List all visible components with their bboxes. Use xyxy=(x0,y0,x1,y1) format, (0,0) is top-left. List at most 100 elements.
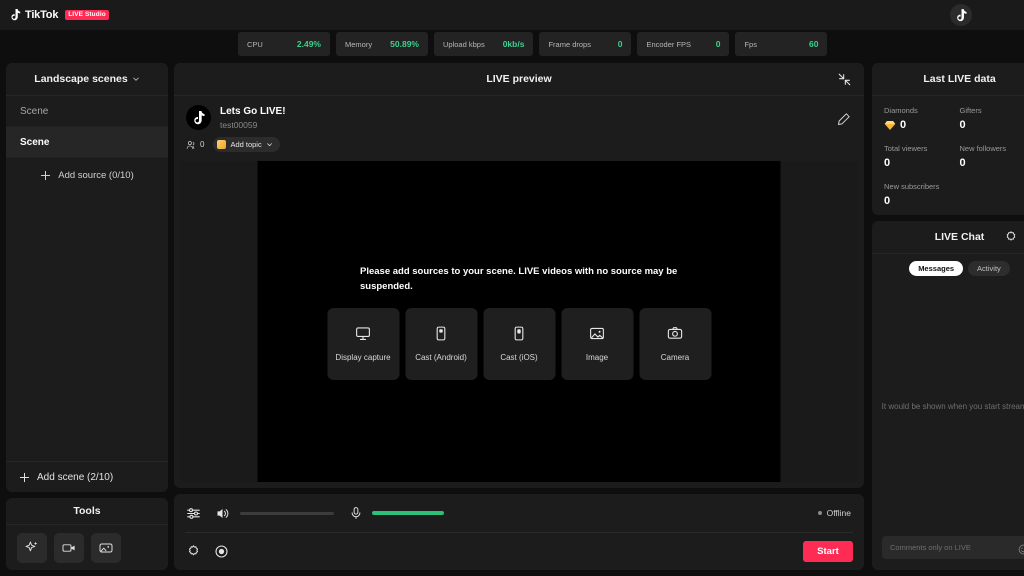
chevron-down-icon xyxy=(266,141,273,148)
live-chat-panel: LIVE Chat Messages Activity It would be … xyxy=(872,221,1024,570)
tool-effects-button[interactable] xyxy=(17,533,47,563)
status-badge: Offline xyxy=(827,508,851,518)
center-column: LIVE preview Lets Go LIVE! test00059 xyxy=(174,63,864,570)
source-label: Image xyxy=(586,353,608,362)
chat-settings-button[interactable] xyxy=(1004,230,1019,245)
stat-upload-kbps: Upload kbps 0kb/s xyxy=(434,32,533,56)
stat-fps: Fps 60 xyxy=(735,32,827,56)
microphone-button[interactable] xyxy=(347,505,364,522)
add-topic-button[interactable]: Add topic xyxy=(213,137,279,152)
source-cast-ios-button[interactable]: Cast (iOS) xyxy=(483,308,555,380)
live-chat-title: LIVE Chat xyxy=(935,231,985,243)
last-live-data-header: Last LIVE data xyxy=(872,63,1024,96)
stat-value: 60 xyxy=(809,39,818,49)
stat-label: Encoder FPS xyxy=(646,40,691,49)
chat-tab-activity[interactable]: Activity xyxy=(968,261,1010,276)
tools-buttons-row xyxy=(6,525,168,563)
source-camera-button[interactable]: Camera xyxy=(639,308,711,380)
android-phone-icon xyxy=(433,325,450,342)
live-studio-badge: LIVE Studio xyxy=(65,10,109,20)
microphone-icon xyxy=(349,506,363,520)
ios-phone-icon xyxy=(511,325,528,342)
volume-slider[interactable] xyxy=(240,512,334,515)
preview-stage: Please add sources to your scene. LIVE v… xyxy=(180,161,858,482)
plus-icon xyxy=(40,170,51,181)
people-icon xyxy=(186,140,196,150)
audio-controls-row: Offline xyxy=(174,494,864,532)
audio-mixer-button[interactable] xyxy=(185,505,202,522)
source-cast-android-button[interactable]: Cast (Android) xyxy=(405,308,477,380)
edit-stream-button[interactable] xyxy=(836,112,852,128)
metric-label: Gifters xyxy=(960,105,1024,117)
start-button[interactable]: Start xyxy=(803,541,853,562)
metric-new-subscribers: New subscribers 0 xyxy=(884,181,960,207)
source-label: Cast (iOS) xyxy=(500,353,537,362)
game-image-icon xyxy=(98,540,114,556)
stat-value: 0 xyxy=(618,39,623,49)
speaker-button[interactable] xyxy=(214,505,231,522)
add-scene-button[interactable]: Add scene (2/10) xyxy=(6,461,168,492)
stat-value: 50.89% xyxy=(390,39,419,49)
source-image-button[interactable]: Image xyxy=(561,308,633,380)
emoji-button[interactable] xyxy=(1018,542,1024,554)
metric-value: 0 xyxy=(884,195,960,207)
video-canvas[interactable]: Please add sources to your scene. LIVE v… xyxy=(258,161,781,482)
settings-icon xyxy=(186,544,201,559)
collapse-arrows-icon[interactable] xyxy=(835,70,854,89)
add-source-label: Add source (0/10) xyxy=(58,170,134,181)
metric-gifters: Gifters 0 xyxy=(960,105,1024,131)
record-button[interactable] xyxy=(213,543,230,560)
stat-memory: Memory 50.89% xyxy=(336,32,428,56)
scenes-panel-title: Landscape scenes xyxy=(34,73,127,85)
tiktok-note-icon xyxy=(193,111,205,125)
avatar xyxy=(186,105,211,130)
stream-title: Lets Go LIVE! xyxy=(220,105,286,119)
add-topic-label: Add topic xyxy=(230,140,261,149)
source-display-capture-button[interactable]: Display capture xyxy=(327,308,399,380)
source-label: Camera xyxy=(661,353,689,362)
metric-value: 0 xyxy=(884,157,960,169)
camera-icon xyxy=(667,325,684,342)
audio-mixer-icon xyxy=(186,506,201,521)
monitor-icon xyxy=(355,325,372,342)
stream-controls-panel: Offline Start xyxy=(174,494,864,570)
chat-input[interactable]: Comments only on LIVE xyxy=(882,536,1024,559)
metric-diamonds: Diamonds 0 xyxy=(884,105,960,131)
scene-label: Scene xyxy=(20,106,48,117)
landscape-scenes-dropdown[interactable]: Landscape scenes xyxy=(6,63,168,96)
stream-info: Lets Go LIVE! test00059 xyxy=(174,96,864,132)
chat-tabs: Messages Activity xyxy=(872,254,1024,276)
stat-value: 0kb/s xyxy=(503,39,525,49)
account-avatar[interactable] xyxy=(950,4,972,26)
metric-value: 0 xyxy=(960,119,1024,131)
mic-level-meter[interactable] xyxy=(372,511,444,515)
scenes-spacer xyxy=(6,192,168,461)
settings-button[interactable] xyxy=(185,543,202,560)
scene-item-2[interactable]: Scene xyxy=(6,127,168,158)
stat-cpu: CPU 2.49% xyxy=(238,32,330,56)
pencil-icon xyxy=(836,112,851,127)
stat-label: Memory xyxy=(345,40,372,49)
stream-username: test00059 xyxy=(220,119,286,132)
live-preview-title: LIVE preview xyxy=(486,73,551,85)
tool-video-button[interactable] xyxy=(54,533,84,563)
chat-tab-messages[interactable]: Messages xyxy=(909,261,963,276)
stream-status: Offline xyxy=(818,508,851,518)
emoji-icon xyxy=(1018,544,1024,555)
metric-label: Diamonds xyxy=(884,105,960,117)
stream-text: Lets Go LIVE! test00059 xyxy=(220,105,286,132)
viewer-count-value: 0 xyxy=(200,140,204,149)
stat-frame-drops: Frame drops 0 xyxy=(539,32,631,56)
scene-item-1[interactable]: Scene xyxy=(6,96,168,127)
plus-icon xyxy=(19,472,30,483)
last-live-data-title: Last LIVE data xyxy=(923,73,995,85)
metric-value: 0 xyxy=(900,119,906,131)
metric-total-viewers: Total viewers 0 xyxy=(884,143,960,169)
add-source-button[interactable]: Add source (0/10) xyxy=(6,158,168,192)
topic-icon xyxy=(217,140,226,149)
scenes-panel: Landscape scenes Scene Scene Add source … xyxy=(6,63,168,492)
stream-meta: 0 Add topic xyxy=(174,132,864,152)
brand-logo: TikTok LIVE Studio xyxy=(10,9,109,21)
metric-label: New subscribers xyxy=(884,181,960,193)
tool-gallery-button[interactable] xyxy=(91,533,121,563)
